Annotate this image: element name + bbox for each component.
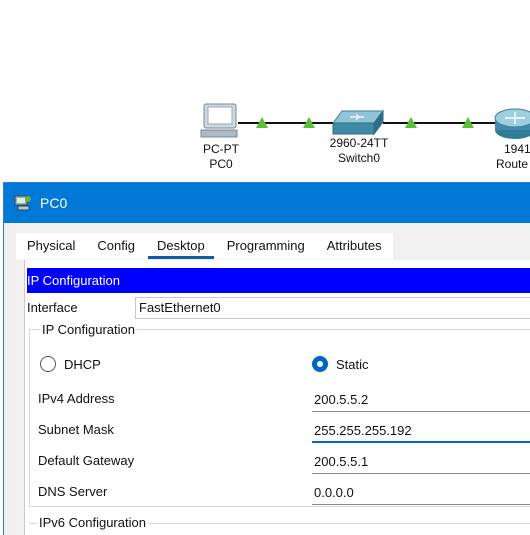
dns-server-label: DNS Server xyxy=(38,484,108,499)
subnet-mask-field[interactable] xyxy=(312,419,530,443)
device-label-router: 1941 Route xyxy=(496,142,530,172)
topology-canvas[interactable]: PC-PT PC0 2960-24TT Switch0 1941 Route xyxy=(0,0,530,185)
ipv6-group-legend: IPv6 Configuration xyxy=(37,515,148,530)
tab-config[interactable]: Config xyxy=(86,233,146,259)
window-titlebar[interactable]: PC0 xyxy=(4,183,530,223)
static-label: Static xyxy=(336,356,369,372)
panel-title: IP Configuration xyxy=(27,268,530,293)
ipv4-address-field[interactable] xyxy=(312,388,530,412)
dns-server-row: DNS Server xyxy=(30,481,530,505)
ipv4-config-group: IP Configuration DHCP Static IPv4 Addres… xyxy=(29,322,530,507)
router-icon xyxy=(494,108,530,139)
device-name: Switch0 xyxy=(337,151,381,165)
group-legend: IP Configuration xyxy=(40,322,137,337)
device-name: Route xyxy=(496,157,529,171)
interface-select[interactable]: FastEthernet0 xyxy=(135,297,530,319)
device-name: PC0 xyxy=(209,157,233,171)
device-label-pc0: PC-PT PC0 xyxy=(196,142,246,172)
pc-app-icon xyxy=(14,195,31,211)
default-gateway-label: Default Gateway xyxy=(38,453,135,468)
default-gateway-field[interactable] xyxy=(312,450,530,474)
default-gateway-row: Default Gateway xyxy=(30,450,530,474)
dhcp-radio[interactable] xyxy=(40,356,56,372)
tab-desktop[interactable]: Desktop xyxy=(146,233,216,259)
tab-bar: Physical Config Desktop Programming Attr… xyxy=(16,233,393,259)
ipv4-address-row: IPv4 Address xyxy=(30,388,530,412)
device-model: 2960-24TT xyxy=(329,136,389,150)
subnet-mask-label: Subnet Mask xyxy=(38,422,114,437)
tab-programming[interactable]: Programming xyxy=(216,233,316,259)
pc-icon xyxy=(200,103,238,138)
ipv4-address-label: IPv4 Address xyxy=(38,391,115,406)
dhcp-label: DHCP xyxy=(64,356,101,372)
interface-label: Interface xyxy=(27,300,78,315)
interface-row: Interface FastEthernet0 xyxy=(25,297,530,319)
tab-physical[interactable]: Physical xyxy=(16,233,86,259)
dns-server-field[interactable] xyxy=(312,481,530,505)
tab-attributes[interactable]: Attributes xyxy=(316,233,393,259)
switch-icon xyxy=(332,109,384,136)
window-title: PC0 xyxy=(40,195,68,211)
pc0-window: PC0 Physical Config Desktop Programming … xyxy=(3,182,530,535)
device-model: 1941 xyxy=(504,142,530,156)
device-label-switch0: 2960-24TT Switch0 xyxy=(326,136,392,166)
static-radio[interactable] xyxy=(312,356,328,372)
device-model: PC-PT xyxy=(203,142,239,156)
dhcp-option[interactable]: DHCP xyxy=(40,356,101,372)
topology-drawing xyxy=(200,103,530,139)
ip-configuration-panel: IP Configuration Interface FastEthernet0… xyxy=(24,260,530,535)
subnet-mask-row: Subnet Mask xyxy=(30,419,530,443)
static-option[interactable]: Static xyxy=(312,356,369,372)
